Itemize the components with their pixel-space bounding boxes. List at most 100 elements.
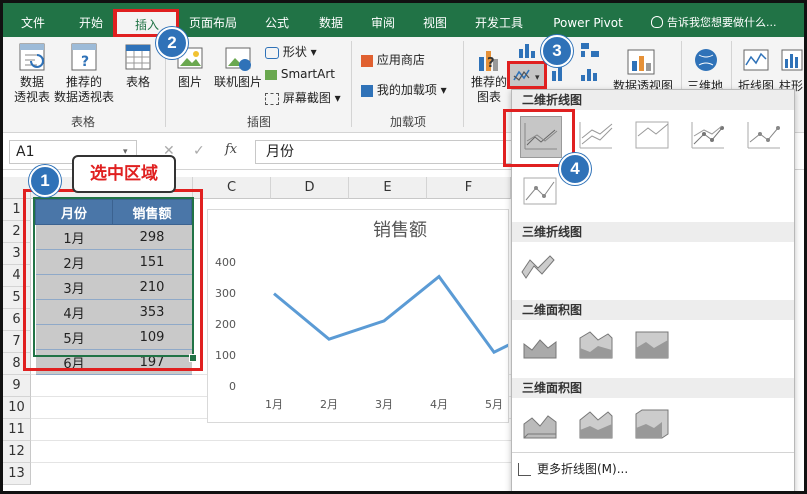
- column-header[interactable]: E: [349, 177, 427, 199]
- stacked-area-thumb-icon: [579, 331, 613, 359]
- tab-formulas[interactable]: 公式: [253, 11, 301, 35]
- y-tick-label: 400: [215, 256, 236, 269]
- store-icon: [361, 54, 373, 67]
- column-header[interactable]: F: [427, 177, 511, 199]
- y-tick-label: 200: [215, 318, 236, 331]
- tab-home[interactable]: 开始: [69, 11, 113, 35]
- screenshot-icon: [265, 92, 279, 105]
- row-header[interactable]: 12: [3, 441, 31, 463]
- column-chart-icon: [519, 44, 535, 58]
- gallery-section-2d-line: 二维折线图: [512, 90, 794, 110]
- highlight-data-range: [23, 189, 203, 371]
- 100-stacked-line-markers-thumb-icon: [523, 177, 557, 205]
- line-chart[interactable]: 销售额 0 100 200 300 400 1月 2月 3月 4月 5月: [207, 209, 550, 423]
- tab-page-layout[interactable]: 页面布局: [181, 11, 245, 35]
- 100-stacked-area-option[interactable]: [632, 326, 672, 366]
- gallery-section-2d-area: 二维面积图: [512, 300, 794, 320]
- tables-group-title: 表格: [70, 115, 95, 129]
- y-tick-label: 0: [229, 380, 236, 393]
- confirm-icon[interactable]: ✓: [193, 143, 205, 159]
- group-separator: [463, 41, 464, 127]
- smartart-button[interactable]: SmartArt: [265, 67, 335, 81]
- x-tick-label: 2月: [320, 398, 338, 411]
- gallery-section-3d-area: 三维面积图: [512, 378, 794, 398]
- recommended-charts-button[interactable]: 推荐的 图表: [467, 75, 511, 105]
- tab-developer[interactable]: 开发工具: [467, 11, 531, 35]
- column-header[interactable]: D: [271, 177, 349, 199]
- svg-text:?: ?: [81, 54, 89, 70]
- tab-data[interactable]: 数据: [309, 11, 353, 35]
- recommended-pivot-button[interactable]: 推荐的 数据透视表: [51, 75, 117, 105]
- sparkline-column-icon: [781, 49, 803, 71]
- column-header[interactable]: C: [193, 177, 271, 199]
- 3d-area-thumb-icon: [523, 415, 557, 439]
- row-header[interactable]: 11: [3, 419, 31, 441]
- highlight-line-chart-button: [507, 61, 547, 89]
- y-tick-label: 300: [215, 287, 236, 300]
- 3d-line-option[interactable]: [520, 248, 560, 288]
- step-1-badge: 1: [29, 165, 61, 197]
- 3d-map-icon: [695, 49, 717, 71]
- shapes-button[interactable]: 形状 ▾: [265, 43, 317, 60]
- gallery-section-3d-line: 三维折线图: [512, 222, 794, 242]
- x-tick-label: 4月: [430, 398, 448, 411]
- tab-power-pivot[interactable]: Power Pivot: [545, 11, 631, 35]
- sparkline-line-icon: [743, 49, 769, 71]
- chart-title[interactable]: 销售额: [373, 220, 427, 241]
- x-tick-label: 5月: [485, 398, 503, 411]
- stacked-line-markers-thumb-icon: [747, 122, 780, 149]
- 3d-100-stacked-area-option[interactable]: [632, 404, 672, 444]
- area-thumb-icon: [523, 339, 557, 359]
- table-button[interactable]: 表格: [119, 75, 157, 90]
- my-addins-button[interactable]: 我的加载项 ▾: [361, 81, 447, 98]
- recommended-pivot-icon: ?: [71, 43, 97, 71]
- store-button[interactable]: 应用商店: [361, 51, 425, 68]
- line-with-markers-option[interactable]: [688, 116, 728, 156]
- gridline: [31, 462, 511, 463]
- tell-me-box[interactable]: 告诉我您想要做什么...: [667, 11, 797, 35]
- scatter-chart-icon: [581, 69, 597, 81]
- excel-window: 文件 开始 插入 页面布局 公式 数据 审阅 视图 开发工具 Power Piv…: [0, 0, 807, 494]
- insert-function-button[interactable]: fx: [225, 142, 237, 157]
- 3d-stacked-area-option[interactable]: [576, 404, 616, 444]
- y-tick-label: 100: [215, 349, 236, 362]
- 100-stacked-line-option[interactable]: [632, 116, 672, 156]
- step-2-badge: 2: [156, 27, 188, 59]
- row-header[interactable]: 10: [3, 397, 31, 419]
- lightbulb-icon: [651, 16, 663, 28]
- pivot-table-icon: [19, 43, 45, 71]
- gridline: [31, 440, 511, 441]
- 100-stacked-area-thumb-icon: [635, 331, 669, 359]
- pivot-chart-icon: [627, 49, 655, 75]
- stacked-area-option[interactable]: [576, 326, 616, 366]
- table-icon: [125, 44, 151, 70]
- series-line[interactable]: [273, 274, 550, 355]
- step-3-badge: 3: [541, 35, 573, 67]
- line-with-markers-thumb-icon: [691, 122, 724, 149]
- chart-canvas: 销售额 0 100 200 300 400 1月 2月 3月 4月 5月: [215, 220, 550, 411]
- stacked-line-markers-option[interactable]: [744, 116, 784, 156]
- shapes-icon: [265, 46, 279, 59]
- 3d-stacked-area-thumb-icon: [579, 411, 613, 439]
- gallery-divider: [512, 452, 794, 453]
- tab-file[interactable]: 文件: [11, 11, 55, 35]
- row-header[interactable]: 9: [3, 375, 31, 397]
- picture-button[interactable]: 图片: [171, 75, 209, 90]
- 3d-area-option[interactable]: [520, 404, 560, 444]
- stacked-line-option[interactable]: [576, 116, 616, 156]
- screenshot-button[interactable]: 屏幕截图 ▾: [265, 89, 341, 106]
- row-header[interactable]: 13: [3, 463, 31, 485]
- area-option[interactable]: [520, 326, 560, 366]
- more-line-charts-button[interactable]: 更多折线图(M)...: [518, 460, 628, 477]
- online-picture-button[interactable]: 联机图片: [209, 75, 267, 90]
- tab-view[interactable]: 视图: [413, 11, 457, 35]
- x-tick-label: 1月: [265, 398, 283, 411]
- 100-stacked-line-markers-option[interactable]: [520, 172, 560, 212]
- addins-group-title: 加载项: [389, 115, 426, 129]
- pie-chart-icon: [552, 67, 562, 81]
- 3d-100-stacked-area-thumb-icon: [635, 409, 669, 439]
- tab-review[interactable]: 审阅: [361, 11, 405, 35]
- online-picture-icon: [225, 47, 251, 71]
- pivot-table-button[interactable]: 数据 透视表: [9, 75, 55, 105]
- 3d-line-thumb-icon: [521, 255, 555, 279]
